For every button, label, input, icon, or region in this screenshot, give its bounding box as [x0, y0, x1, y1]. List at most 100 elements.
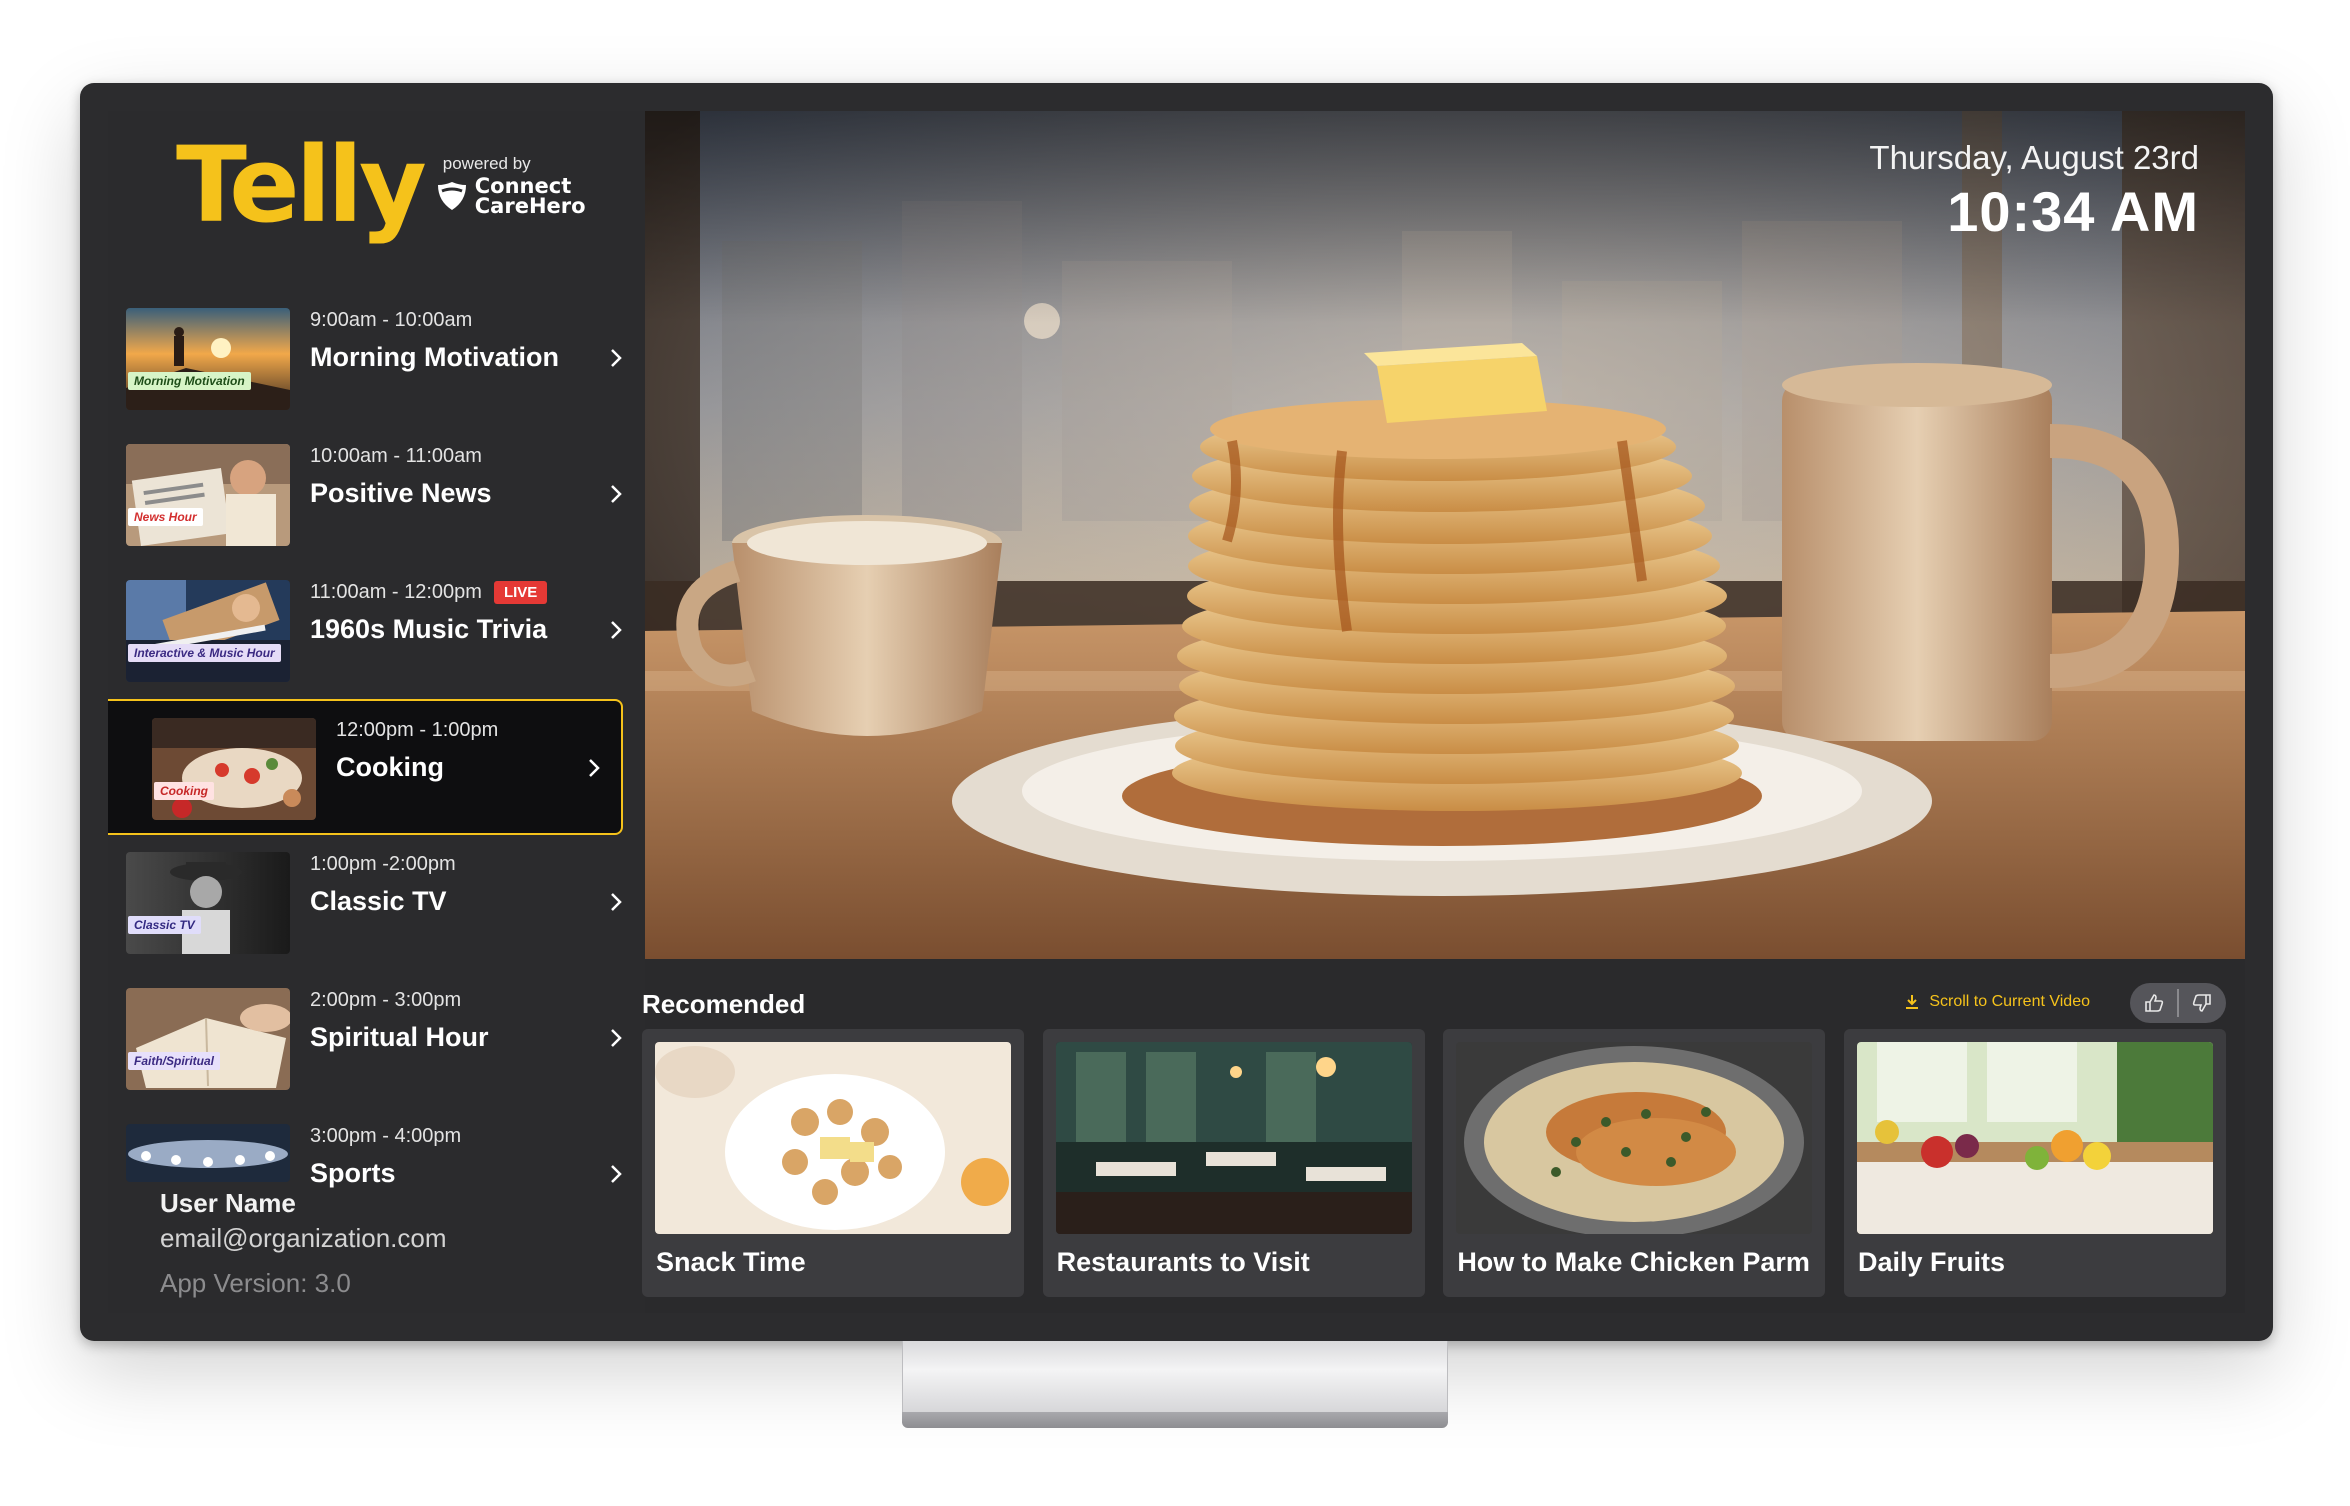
chevron-right-icon [611, 485, 622, 503]
program-info: 10:00am - 11:00am Positive News [310, 445, 492, 509]
program-title: Morning Motivation [310, 342, 559, 372]
schedule-item-cooking[interactable]: Cooking 12:00pm - 1:00pm Cooking [108, 699, 623, 835]
schedule-sidebar: Telly powered by Connect CareHero Mornin… [108, 111, 645, 1313]
schedule-item-classic-tv[interactable]: Classic TV 1:00pm -2:00pm Classic TV [108, 835, 645, 971]
rating-controls [2130, 983, 2226, 1023]
partner-name: Connect CareHero [474, 174, 586, 218]
program-title: Sports [310, 1158, 396, 1188]
brand-logo: Telly powered by Connect CareHero [176, 133, 586, 237]
program-time: 2:00pm - 3:00pm [310, 989, 489, 1012]
program-title: Positive News [310, 478, 492, 508]
schedule-item-spiritual-hour[interactable]: Faith/Spiritual 2:00pm - 3:00pm Spiritua… [108, 971, 645, 1107]
recommended-card-how-to-make-chicken-parm[interactable]: How to Make Chicken Parm [1443, 1029, 1826, 1297]
recommended-card-daily-fruits[interactable]: Daily Fruits [1843, 1029, 2226, 1297]
program-tag: News Hour [128, 508, 203, 526]
program-time-text: 12:00pm - 1:00pm [336, 719, 499, 741]
card-title: Restaurants to Visit [1056, 1247, 1310, 1277]
hero-video[interactable]: Thursday, August 23rd 10:34 AM [642, 111, 2245, 959]
program-thumbnail: Interactive & Music Hour [126, 580, 290, 682]
card-title: Snack Time [656, 1247, 806, 1277]
program-title: Spiritual Hour [310, 1022, 489, 1052]
user-name: User Name [160, 1188, 296, 1218]
schedule-item-positive-news[interactable]: News Hour 10:00am - 11:00am Positive New… [108, 427, 645, 563]
program-time: 1:00pm -2:00pm [310, 853, 456, 876]
chevron-right-icon [589, 759, 600, 777]
program-thumbnail: News Hour [126, 444, 290, 546]
program-info: 11:00am - 12:00pm LIVE 1960s Music Trivi… [310, 581, 548, 645]
recommended-cards: Snack Time Restaurants to Visit How to M… [642, 1029, 2226, 1297]
user-info: User Name email@organization.com App Ver… [160, 1188, 447, 1299]
card-title: How to Make Chicken Parm [1457, 1247, 1810, 1277]
recommended-card-restaurants-to-visit[interactable]: Restaurants to Visit [1042, 1029, 1425, 1297]
program-thumbnail: Faith/Spiritual [126, 988, 290, 1090]
schedule-list: Morning Motivation 9:00am - 10:00am Morn… [108, 291, 645, 1243]
monitor-stand [902, 1341, 1448, 1423]
card-thumbnail [1856, 1042, 2213, 1234]
date-time-display: Thursday, August 23rd 10:34 AM [1869, 139, 2199, 244]
thumbs-down-button[interactable] [2179, 983, 2226, 1023]
recommended-header: Recomended Scroll to Current Video [642, 979, 2226, 1025]
partner-line-2: CareHero [474, 194, 586, 218]
program-time: 11:00am - 12:00pm LIVE [310, 581, 548, 604]
program-tag: Classic TV [128, 916, 201, 934]
program-time-text: 10:00am - 11:00am [310, 445, 482, 467]
program-title: 1960s Music Trivia [310, 614, 548, 644]
scroll-to-current-video-link[interactable]: Scroll to Current Video [1903, 993, 2090, 1011]
program-thumbnail: Morning Motivation [126, 308, 290, 410]
program-time: 10:00am - 11:00am [310, 445, 492, 468]
recommended-card-snack-time[interactable]: Snack Time [642, 1029, 1024, 1297]
program-thumbnail [126, 1124, 290, 1182]
schedule-item-1960s-music-trivia[interactable]: Interactive & Music Hour 11:00am - 12:00… [108, 563, 645, 699]
thumbs-down-icon [2193, 994, 2212, 1012]
schedule-item-morning-motivation[interactable]: Morning Motivation 9:00am - 10:00am Morn… [108, 291, 645, 427]
download-icon [1906, 995, 1919, 1009]
program-info: 2:00pm - 3:00pm Spiritual Hour [310, 989, 489, 1053]
app-version: App Version: 3.0 [160, 1268, 351, 1298]
program-time: 12:00pm - 1:00pm [336, 719, 498, 742]
chevron-right-icon [611, 1029, 622, 1047]
partner-line-1: Connect [474, 174, 572, 198]
program-time-text: 3:00pm - 4:00pm [310, 1125, 462, 1147]
program-info: 3:00pm - 4:00pm Sports [310, 1125, 461, 1189]
tv-screen: Thursday, August 23rd 10:34 AM Telly pow… [108, 111, 2245, 1313]
program-time: 3:00pm - 4:00pm [310, 1125, 461, 1148]
program-time: 9:00am - 10:00am [310, 309, 559, 332]
powered-by-block: powered by Connect CareHero [435, 154, 586, 218]
program-tag: Morning Motivation [128, 372, 251, 390]
brand-title: Telly [176, 124, 427, 246]
program-title: Classic TV [310, 886, 447, 916]
program-tag: Faith/Spiritual [128, 1052, 221, 1070]
chevron-right-icon [611, 349, 622, 367]
thumbs-up-button[interactable] [2130, 983, 2177, 1023]
powered-by-label: powered by [442, 154, 531, 173]
card-thumbnail [1055, 1042, 1412, 1234]
program-info: 12:00pm - 1:00pm Cooking [336, 719, 498, 783]
program-title: Cooking [336, 752, 444, 782]
scroll-link-label: Scroll to Current Video [1929, 993, 2090, 1010]
current-time: 10:34 AM [1947, 180, 2199, 243]
program-time-text: 1:00pm -2:00pm [310, 853, 456, 875]
chevron-right-icon [611, 893, 622, 911]
program-time-text: 2:00pm - 3:00pm [310, 989, 462, 1011]
card-title: Daily Fruits [1857, 1247, 2006, 1277]
shield-icon [437, 182, 466, 210]
user-email: email@organization.com [160, 1223, 447, 1253]
live-badge: LIVE [493, 581, 548, 604]
program-info: 1:00pm -2:00pm Classic TV [310, 853, 456, 917]
monitor-stand-base [902, 1412, 1448, 1428]
program-tag: Cooking [154, 782, 214, 800]
program-thumbnail: Classic TV [126, 852, 290, 954]
program-info: 9:00am - 10:00am Morning Motivation [310, 309, 559, 373]
program-time-text: 11:00am - 12:00pm [310, 581, 482, 603]
chevron-right-icon [611, 1165, 622, 1183]
current-date: Thursday, August 23rd [1869, 139, 2199, 176]
program-thumbnail: Cooking [152, 718, 316, 820]
recommended-title: Recomended [642, 989, 806, 1019]
program-time-text: 9:00am - 10:00am [310, 309, 473, 331]
chevron-right-icon [611, 621, 622, 639]
monitor-frame: Thursday, August 23rd 10:34 AM Telly pow… [80, 83, 2273, 1341]
partner-logo: Connect CareHero [435, 174, 586, 218]
program-tag: Interactive & Music Hour [128, 644, 281, 662]
card-thumbnail [1456, 1042, 1813, 1234]
card-thumbnail [655, 1042, 1011, 1234]
